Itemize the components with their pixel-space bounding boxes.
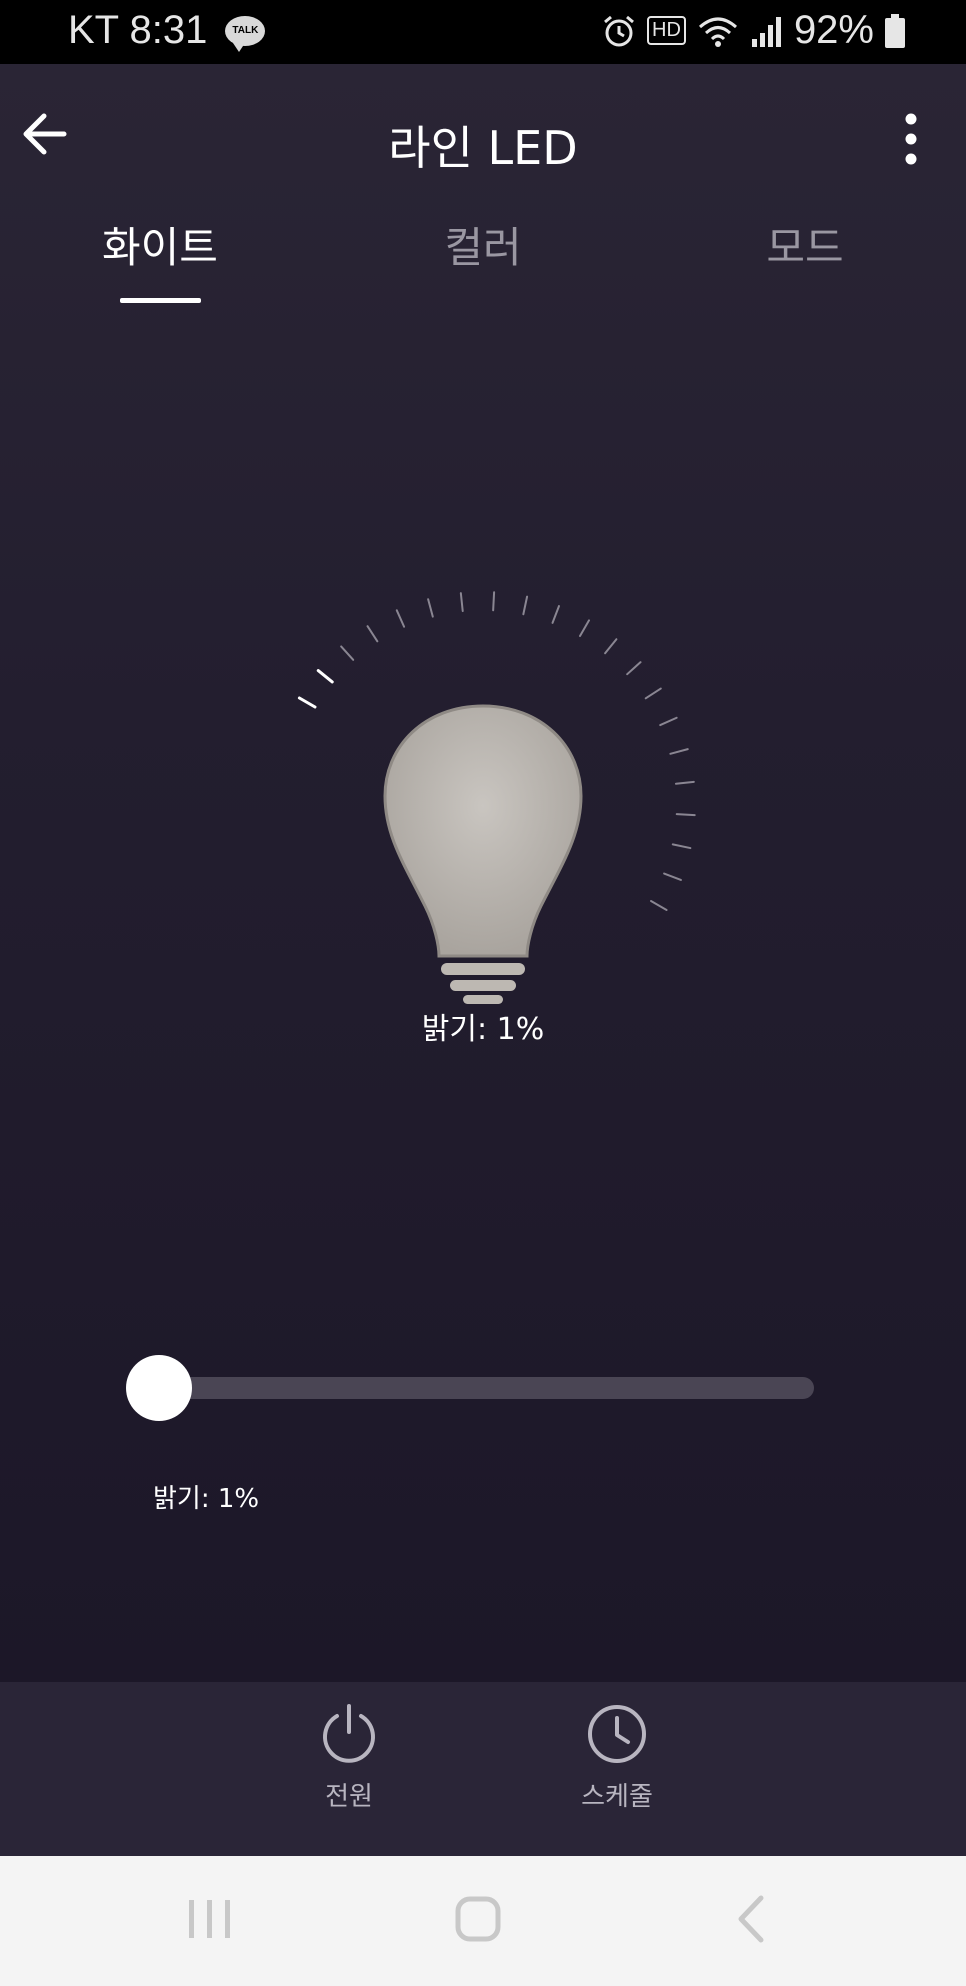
bottom-action-bar: 전원 스케줄	[0, 1682, 966, 1856]
slider-thumb[interactable]	[126, 1355, 193, 1421]
system-nav-bar	[0, 1856, 966, 1986]
brightness-tick	[459, 592, 464, 613]
brightness-tick	[427, 598, 434, 618]
battery-percent: 92%	[793, 8, 874, 52]
brightness-tick	[674, 780, 695, 785]
battery-icon	[885, 13, 905, 48]
more-options-button[interactable]	[896, 109, 926, 169]
bulb-display	[243, 514, 723, 1074]
brightness-tick	[492, 591, 496, 612]
brightness-tick	[663, 872, 682, 881]
recents-icon	[189, 1900, 230, 1938]
brightness-readout: 밝기: 1%	[421, 1012, 545, 1047]
power-icon	[323, 1704, 375, 1763]
talk-icon-label: TALK	[232, 25, 259, 36]
active-tab-indicator	[120, 298, 201, 303]
brightness-tick	[669, 748, 689, 755]
power-button[interactable]: 전원	[269, 1702, 429, 1813]
brightness-slider[interactable]	[120, 1352, 816, 1422]
brightness-tick	[366, 625, 379, 643]
alarm-icon	[604, 15, 635, 46]
status-left: KT 8:31 TALK	[68, 8, 266, 53]
clock-icon	[588, 1705, 646, 1763]
talk-icon: TALK	[225, 15, 266, 52]
brightness-tick	[579, 619, 590, 637]
status-bar: KT 8:31 TALK HD 92%	[0, 0, 966, 64]
brightness-tick	[551, 605, 560, 624]
brightness-tick	[644, 687, 662, 700]
brightness-tick	[671, 843, 692, 850]
brightness-tick	[675, 813, 696, 817]
brightness-tick	[522, 595, 529, 616]
recent-apps-button[interactable]	[165, 1886, 255, 1956]
page-title: 라인 LED	[388, 121, 578, 175]
top-bar: 라인 LED	[0, 64, 966, 214]
home-icon	[455, 1896, 501, 1942]
system-back-button[interactable]	[705, 1886, 795, 1956]
tab-mode[interactable]: 모드	[705, 214, 905, 275]
status-right: HD 92%	[601, 8, 906, 53]
brightness-tick	[659, 716, 678, 727]
power-label: 전원	[325, 1782, 373, 1812]
schedule-label: 스케줄	[581, 1782, 653, 1812]
brightness-tick	[604, 638, 618, 655]
tab-color[interactable]: 컬러	[383, 214, 583, 275]
brightness-tick	[650, 900, 668, 911]
hd-icon: HD	[647, 16, 686, 45]
home-button[interactable]	[433, 1886, 523, 1956]
tab-white[interactable]: 화이트	[60, 214, 260, 275]
app-screen: 라인 LED 화이트 컬러 모드 밝기: 1% 밝기: 1%	[0, 64, 966, 1682]
brightness-tick	[316, 669, 334, 684]
schedule-button[interactable]: 스케줄	[537, 1702, 697, 1813]
signal-icon	[751, 16, 781, 47]
brightness-tick	[340, 645, 355, 661]
more-vertical-icon	[905, 113, 917, 165]
brightness-tick	[395, 609, 406, 628]
lightbulb-icon	[297, 591, 696, 1004]
chevron-left-icon	[738, 1895, 764, 1943]
brightness-tick	[297, 696, 317, 709]
wifi-icon	[698, 17, 737, 47]
carrier-time: KT 8:31	[68, 8, 208, 52]
brightness-tick	[626, 661, 642, 676]
slider-value-label: 밝기: 1%	[153, 1484, 260, 1514]
slider-track[interactable]	[130, 1377, 814, 1399]
